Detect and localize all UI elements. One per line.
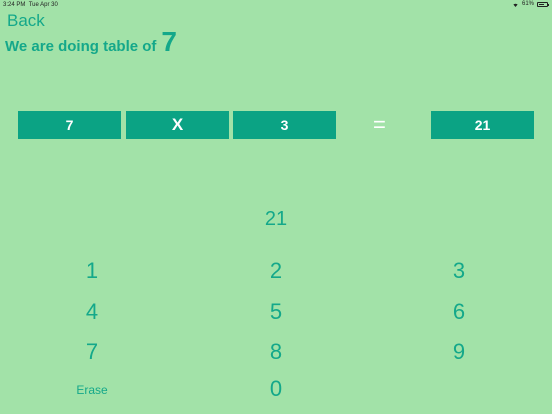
answer-display: 21 [264,208,288,230]
battery-icon [537,1,549,7]
status-bar: 3:24 PM Tue Apr 30 61% [0,0,552,10]
table-number: 7 [161,26,177,57]
equation-right: 3 [233,111,336,139]
key-5[interactable]: 5 [246,299,306,325]
key-0[interactable]: 0 [246,376,306,402]
status-indicators: 61% [512,1,549,7]
wifi-icon [513,3,518,7]
key-8[interactable]: 8 [246,339,306,365]
key-3[interactable]: 3 [429,258,489,284]
erase-button[interactable]: Erase [62,383,122,397]
equals-sign: = [373,112,386,137]
equation-operator: X [126,111,229,139]
key-1[interactable]: 1 [62,258,122,284]
key-6[interactable]: 6 [429,299,489,325]
key-4[interactable]: 4 [62,299,122,325]
status-time: 3:24 PM Tue Apr 30 [3,2,58,8]
key-2[interactable]: 2 [246,258,306,284]
key-7[interactable]: 7 [62,339,122,365]
equation-result: 21 [431,111,534,139]
title-text: We are doing table of [5,38,157,55]
page-title: We are doing table of 7 [5,26,177,58]
equation-left: 7 [18,111,121,139]
key-9[interactable]: 9 [429,339,489,365]
battery-percent: 61% [521,1,534,7]
